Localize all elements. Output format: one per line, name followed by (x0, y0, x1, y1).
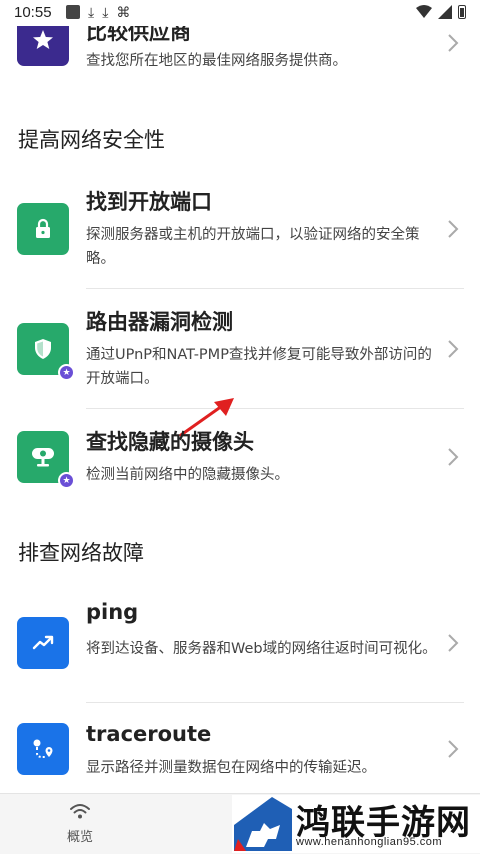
item-desc: 通过UPnP和NAT-PMP查找并修复可能导致外部访问的开放端口。 (86, 347, 432, 387)
chevron-right-icon (448, 34, 459, 52)
battery-icon (458, 5, 466, 19)
item-title: 路由器漏洞检测 (86, 310, 233, 334)
nav-overview[interactable]: 概览 (50, 802, 110, 845)
wifi-icon (70, 804, 90, 819)
square-icon (66, 5, 80, 19)
list-item-router-vulnerability[interactable]: ★ 路由器漏洞检测 通过UPnP和NAT-PMP查找并修复可能导致外部访问的开放… (0, 298, 480, 408)
network-glyph-icon: ⌘ (116, 4, 131, 20)
item-desc: 将到达设备、服务器和Web域的网络往返时间可视化。 (86, 641, 437, 657)
route-icon (33, 739, 53, 758)
list-item-hidden-cameras[interactable]: ★ 查找隐藏的摄像头 检测当前网络中的隐藏摄像头。 (0, 418, 480, 508)
section-title-troubleshoot: 排查网络故障 (18, 541, 144, 565)
chevron-right-icon (448, 740, 459, 758)
list-item-ping[interactable]: ping 将到达设备、服务器和Web域的网络往返时间可视化。 (0, 592, 480, 702)
ping-icon-tile (17, 617, 69, 669)
item-title: 查找隐藏的摄像头 (86, 430, 254, 454)
divider (86, 408, 464, 409)
star-icon (33, 30, 53, 49)
lock-icon (36, 218, 50, 238)
divider (86, 702, 464, 703)
premium-star-badge-icon: ★ (58, 364, 75, 381)
list-item-compare-providers[interactable]: 比较供应商 查找您所在地区的最佳网络服务提供商。 (0, 26, 480, 78)
list-item-open-ports[interactable]: 找到开放端口 探测服务器或主机的开放端口，以验证网络的安全策略。 (0, 178, 480, 288)
list-item-traceroute[interactable]: traceroute 显示路径并测量数据包在网络中的传输延迟。 (0, 712, 480, 793)
chevron-right-icon (448, 340, 459, 358)
watermark: 鸿联手游网 www.henanhonglian95.com (232, 795, 480, 853)
wifi-icon (416, 5, 432, 18)
item-title: 比较供应商 (86, 26, 191, 44)
status-time: 10:55 (14, 4, 52, 21)
chevron-right-icon (448, 634, 459, 652)
main-scroll-content[interactable]: 比较供应商 查找您所在地区的最佳网络服务提供商。 提高网络安全性 找到开放端口 … (0, 26, 480, 793)
router-vuln-icon-tile: ★ (17, 323, 75, 381)
compare-providers-icon-tile (17, 26, 69, 66)
status-system-icons (416, 5, 466, 19)
item-desc: 查找您所在地区的最佳网络服务提供商。 (86, 53, 347, 69)
shield-icon (35, 339, 51, 359)
open-ports-icon-tile (17, 203, 69, 255)
signal-icon (438, 5, 452, 19)
chevron-right-icon (448, 220, 459, 238)
traceroute-icon-tile (17, 723, 69, 775)
nav-overview-label: 概览 (66, 830, 93, 845)
download-icon: ⤓ (102, 4, 109, 20)
status-bar: 10:55 ⤓ ⤓ ⌘ (0, 0, 480, 26)
hidden-camera-icon-tile: ★ (17, 431, 75, 489)
item-title: 找到开放端口 (86, 190, 212, 214)
item-title: ping (86, 600, 139, 624)
download-icon: ⤓ (88, 4, 95, 20)
item-desc: 检测当前网络中的隐藏摄像头。 (86, 467, 289, 483)
camera-icon (32, 448, 54, 467)
section-title-security: 提高网络安全性 (18, 128, 165, 152)
item-title: traceroute (86, 722, 212, 746)
watermark-logo-icon (234, 797, 292, 851)
watermark-url: www.henanhonglian95.com (296, 836, 443, 848)
divider (86, 288, 464, 289)
item-desc: 显示路径并测量数据包在网络中的传输延迟。 (86, 760, 376, 776)
status-notification-icons: ⤓ ⤓ ⌘ (66, 5, 130, 19)
trend-icon (32, 635, 54, 650)
chevron-right-icon (448, 448, 459, 466)
premium-star-badge-icon: ★ (58, 472, 75, 489)
item-desc: 探测服务器或主机的开放端口，以验证网络的安全策略。 (86, 227, 420, 267)
